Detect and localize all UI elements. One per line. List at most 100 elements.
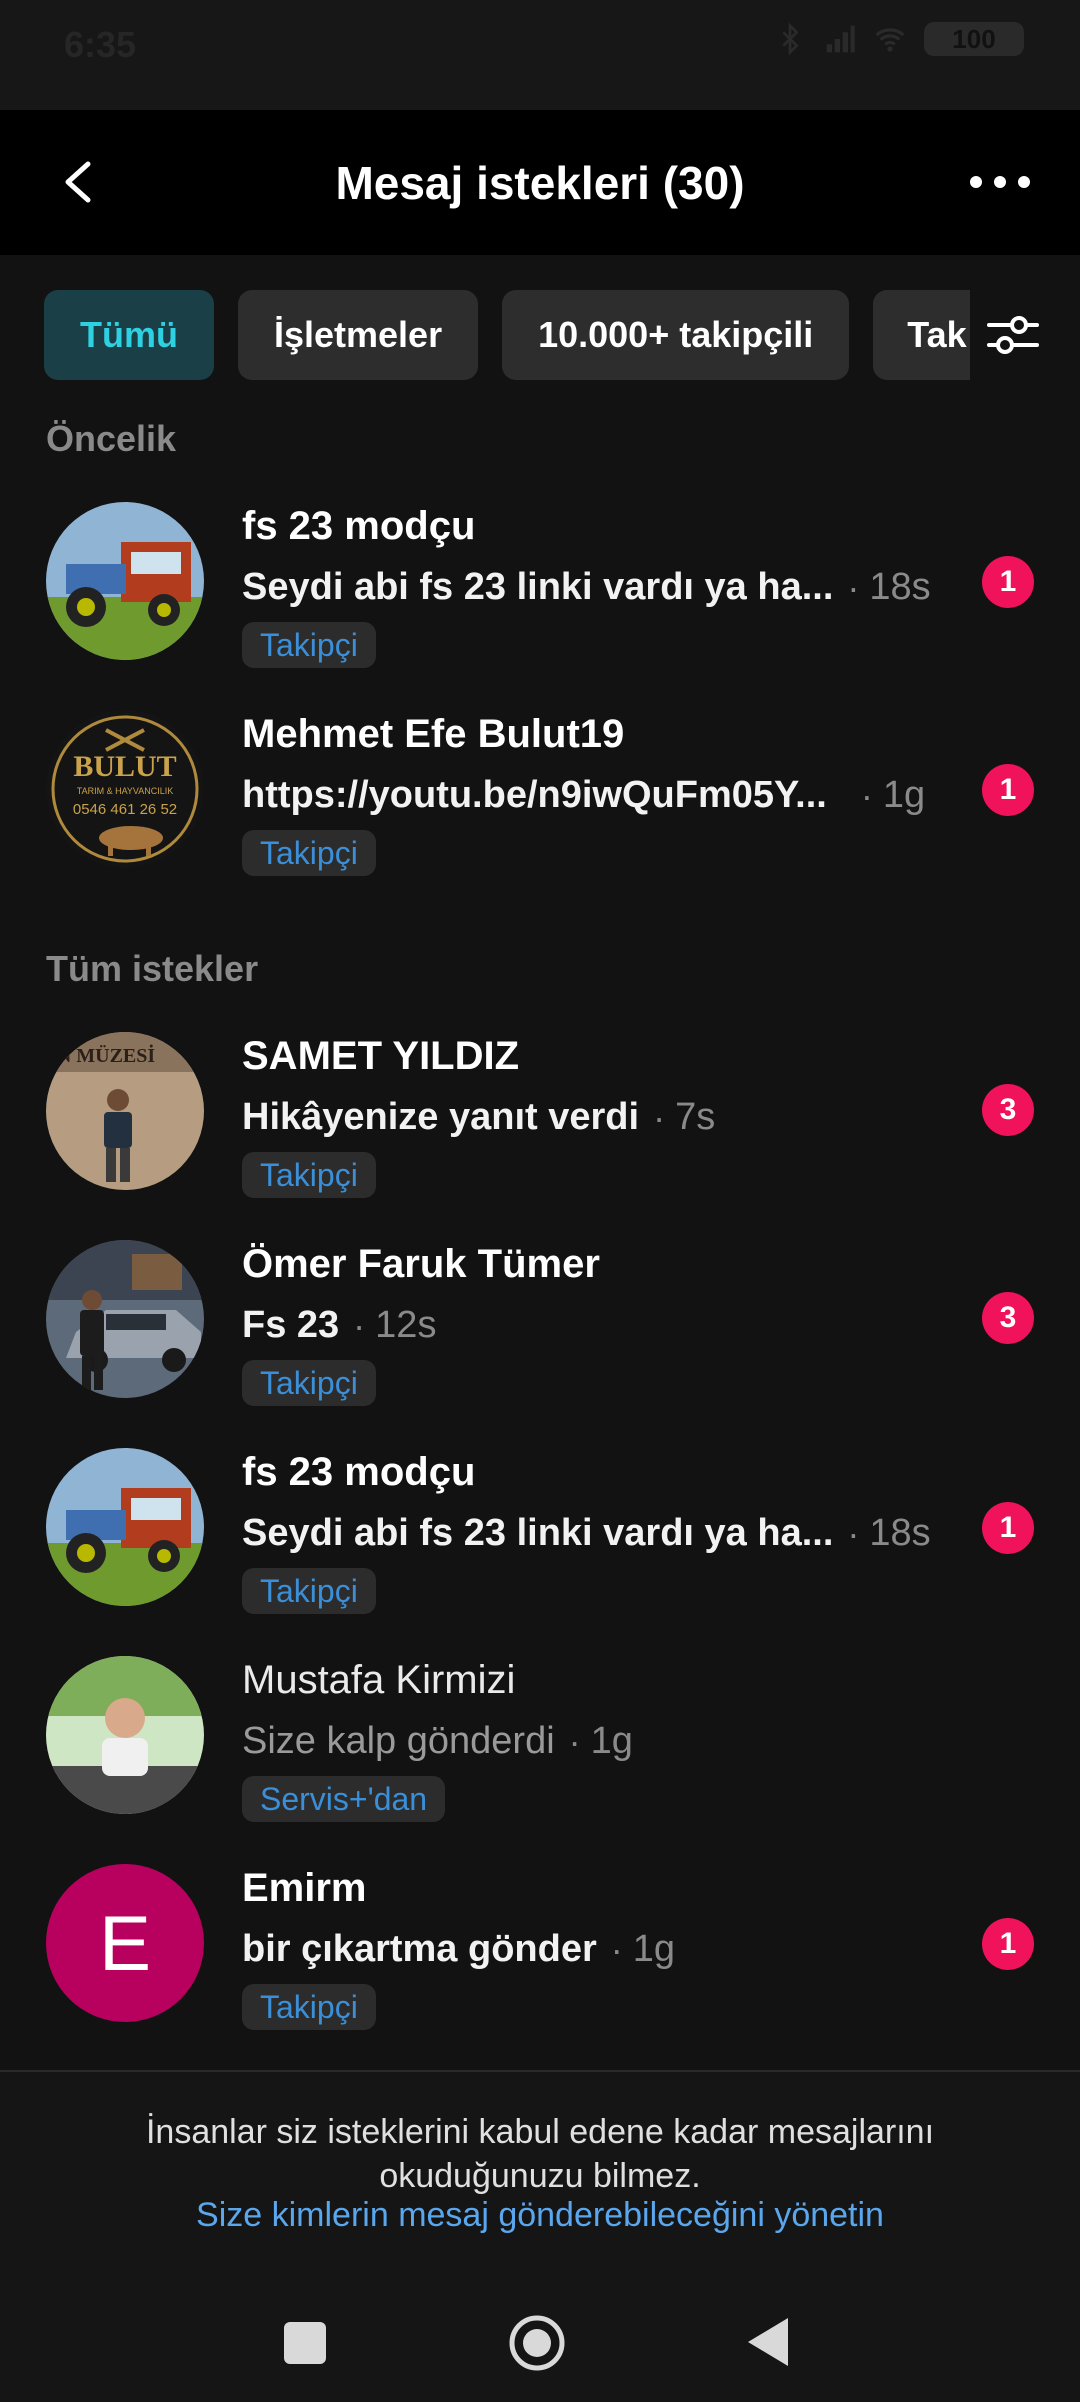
avatar <box>46 1656 204 1814</box>
separator-dot: · <box>653 1096 666 1138</box>
system-nav-bar <box>0 2270 1080 2400</box>
message-preview: https://youtu.be/n9iwQuFm05Y... · 1g <box>242 774 925 817</box>
tractor-avatar-image <box>46 1448 204 1606</box>
unread-badge: 3 <box>982 1084 1034 1136</box>
back-arrow-icon[interactable] <box>58 160 102 204</box>
section-title-all-requests: Tüm istekler <box>46 948 259 989</box>
unread-badge: 1 <box>982 1918 1034 1970</box>
sliders-icon <box>987 316 1039 354</box>
home-button[interactable] <box>508 2314 566 2372</box>
message-preview: Seydi abi fs 23 linki vardı ya ha... · 1… <box>242 566 931 609</box>
message-time: 1g <box>590 1720 633 1762</box>
message-time: 18s <box>869 566 931 608</box>
request-row[interactable]: Mustafa Kirmizi Size kalp gönderdi · 1g … <box>0 1656 1080 1856</box>
back-button[interactable] <box>744 2316 790 2368</box>
avatar-initial: E <box>98 1898 152 1987</box>
message-preview: bir çıkartma gönder · 1g <box>242 1928 675 1971</box>
message-time: 18s <box>869 1512 931 1554</box>
more-dot-icon <box>994 176 1006 188</box>
page-title: Mesaj istekleri (30) <box>335 156 745 209</box>
relation-tag: Takipçi <box>242 830 376 876</box>
more-dot-icon <box>1018 176 1030 188</box>
relation-tag: Takipçi <box>242 622 376 668</box>
separator-dot: · <box>610 1928 623 1970</box>
separator-dot: · <box>353 1304 366 1346</box>
unread-badge: 1 <box>982 1502 1034 1554</box>
relation-tag: Takipçi <box>242 1360 376 1406</box>
message-preview: Size kalp gönderdi · 1g <box>242 1720 633 1763</box>
message-text: Seydi abi fs 23 linki vardı ya ha... <box>242 1512 834 1554</box>
filter-settings-button[interactable] <box>970 290 1056 380</box>
separator-dot: · <box>847 1512 860 1554</box>
bulut-logo-avatar-image: BULUT TARIM & HAYVANCILIK 0546 461 26 52 <box>46 710 204 868</box>
status-time: 6:35 <box>64 24 137 65</box>
request-row[interactable]: fs 23 modçu Seydi abi fs 23 linki vardı … <box>0 502 1080 702</box>
bluetooth-icon <box>782 23 799 55</box>
header: Mesaj istekleri (30) <box>0 110 1080 255</box>
person-museum-avatar-image: N MÜZESİ <box>46 1032 204 1190</box>
unread-badge: 1 <box>982 764 1034 816</box>
sender-name: fs 23 modçu <box>242 1450 476 1494</box>
manage-messaging-link[interactable]: Size kimlerin mesaj gönderebileceğini yö… <box>60 2196 1020 2235</box>
more-options-button[interactable] <box>970 160 1030 204</box>
more-dot-icon <box>970 176 982 188</box>
message-text: bir çıkartma gönder <box>242 1928 597 1970</box>
message-preview: Fs 23 · 12s <box>242 1304 436 1347</box>
avatar <box>46 502 204 660</box>
message-time: 7s <box>675 1096 716 1138</box>
message-text: Hikâyenize yanıt verdi <box>242 1096 640 1138</box>
message-preview: Seydi abi fs 23 linki vardı ya ha... · 1… <box>242 1512 931 1555</box>
signal-icon <box>826 25 855 53</box>
filter-chips: Tümü İşletmeler 10.000+ takipçili Tak <box>44 290 1080 380</box>
tractor-avatar-image <box>46 502 204 660</box>
request-row[interactable]: BULUT TARIM & HAYVANCILIK 0546 461 26 52… <box>0 710 1080 910</box>
sender-name: Mehmet Efe Bulut19 <box>242 712 625 756</box>
status-bar: 6:35 100 <box>0 0 1080 110</box>
separator-dot: · <box>860 774 873 816</box>
filter-chip-businesses[interactable]: İşletmeler <box>237 290 479 380</box>
avatar <box>46 1448 204 1606</box>
recents-button[interactable] <box>284 2322 326 2364</box>
sender-name: Emirm <box>242 1866 367 1910</box>
sender-name: SAMET YILDIZ <box>242 1034 520 1078</box>
avatar: N MÜZESİ <box>46 1032 204 1190</box>
relation-tag: Takipçi <box>242 1152 376 1198</box>
request-row[interactable]: Ömer Faruk Tümer Fs 23 · 12s Takipçi 3 <box>0 1240 1080 1440</box>
sender-name: fs 23 modçu <box>242 504 476 548</box>
message-text: https://youtu.be/n9iwQuFm05Y... <box>242 774 827 816</box>
svg-text:BULUT: BULUT <box>73 750 176 783</box>
avatar: E <box>46 1864 204 2022</box>
message-preview: Hikâyenize yanıt verdi · 7s <box>242 1096 715 1139</box>
message-text: Fs 23 <box>242 1304 340 1346</box>
wifi-icon <box>875 28 905 52</box>
message-text: Seydi abi fs 23 linki vardı ya ha... <box>242 566 834 608</box>
request-row[interactable]: E Emirm bir çıkartma gönder · 1g Takipçi… <box>0 1864 1080 2064</box>
relation-tag: Servis+'dan <box>242 1776 446 1822</box>
section-title-priority: Öncelik <box>46 418 177 459</box>
request-row[interactable]: fs 23 modçu Seydi abi fs 23 linki vardı … <box>0 1448 1080 1648</box>
message-time: 12s <box>375 1304 437 1346</box>
svg-text:N MÜZESİ: N MÜZESİ <box>57 1043 156 1067</box>
sender-name: Mustafa Kirmizi <box>242 1658 516 1702</box>
relation-tag: Takipçi <box>242 1568 376 1614</box>
sender-name: Ömer Faruk Tümer <box>242 1242 600 1286</box>
filter-chip-10k-followers[interactable]: 10.000+ takipçili <box>502 290 850 380</box>
message-text: Size kalp gönderdi <box>242 1720 555 1762</box>
message-time: 1g <box>882 774 926 816</box>
person-car-avatar-image <box>46 1240 204 1398</box>
unread-badge: 3 <box>982 1292 1034 1344</box>
message-time: 1g <box>632 1928 676 1970</box>
relation-tag: Takipçi <box>242 1984 376 2030</box>
battery-indicator: 100 <box>924 22 1024 56</box>
separator-dot: · <box>847 566 860 608</box>
svg-text:0546 461 26 52: 0546 461 26 52 <box>73 801 177 818</box>
separator-dot: · <box>568 1720 581 1762</box>
avatar: BULUT TARIM & HAYVANCILIK 0546 461 26 52 <box>46 710 204 868</box>
filter-chip-all[interactable]: Tümü <box>44 290 214 380</box>
info-note: İnsanlar siz isteklerini kabul edene kad… <box>145 2113 935 2195</box>
avatar <box>46 1240 204 1398</box>
status-icons: 100 <box>774 22 1024 56</box>
request-row[interactable]: N MÜZESİ SAMET YILDIZ Hikâyenize yanıt v… <box>0 1032 1080 1232</box>
unread-badge: 1 <box>982 556 1034 608</box>
svg-text:TARIM & HAYVANCILIK: TARIM & HAYVANCILIK <box>77 786 174 796</box>
